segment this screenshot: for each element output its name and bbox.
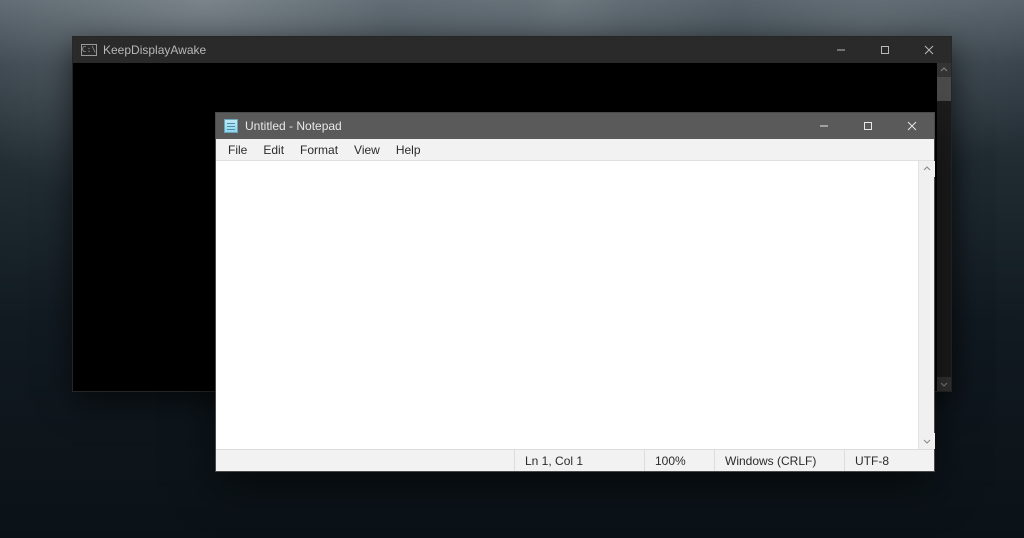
minimize-icon xyxy=(836,45,846,55)
menu-view[interactable]: View xyxy=(346,141,388,159)
maximize-icon xyxy=(880,45,890,55)
minimize-button[interactable] xyxy=(819,37,863,63)
status-line-ending: Windows (CRLF) xyxy=(714,450,844,471)
desktop-background: C:\ KeepDisplayAwake xyxy=(0,0,1024,538)
menu-edit[interactable]: Edit xyxy=(255,141,292,159)
menu-format[interactable]: Format xyxy=(292,141,346,159)
maximize-button[interactable] xyxy=(863,37,907,63)
console-icon: C:\ xyxy=(81,44,97,56)
chevron-down-icon xyxy=(940,380,948,388)
scroll-up-button[interactable] xyxy=(919,161,935,177)
scroll-down-button[interactable] xyxy=(919,433,935,449)
close-icon xyxy=(907,121,917,131)
status-spacer xyxy=(216,450,514,471)
menu-file[interactable]: File xyxy=(220,141,255,159)
scrollbar[interactable] xyxy=(937,63,951,391)
scroll-down-button[interactable] xyxy=(937,377,951,391)
notepad-titlebar[interactable]: Untitled - Notepad xyxy=(216,113,934,139)
close-button[interactable] xyxy=(907,37,951,63)
minimize-button[interactable] xyxy=(802,113,846,139)
maximize-icon xyxy=(863,121,873,131)
notepad-menubar: File Edit Format View Help xyxy=(216,139,934,161)
menu-help[interactable]: Help xyxy=(388,141,429,159)
notepad-window[interactable]: Untitled - Notepad File Edit Format View… xyxy=(215,112,935,472)
minimize-icon xyxy=(819,121,829,131)
notepad-editor[interactable] xyxy=(216,161,934,449)
chevron-up-icon xyxy=(940,66,948,74)
notepad-editor-area xyxy=(216,161,934,449)
close-button[interactable] xyxy=(890,113,934,139)
scrollbar[interactable] xyxy=(918,161,934,449)
status-encoding: UTF-8 xyxy=(844,450,934,471)
status-zoom: 100% xyxy=(644,450,714,471)
chevron-down-icon xyxy=(923,437,931,445)
scroll-up-button[interactable] xyxy=(937,63,951,77)
chevron-up-icon xyxy=(923,165,931,173)
keepdisplayawake-titlebar[interactable]: C:\ KeepDisplayAwake xyxy=(73,37,951,63)
notepad-icon xyxy=(224,119,238,133)
close-icon xyxy=(924,45,934,55)
maximize-button[interactable] xyxy=(846,113,890,139)
status-cursor-position: Ln 1, Col 1 xyxy=(514,450,644,471)
scroll-thumb[interactable] xyxy=(937,77,951,101)
notepad-statusbar: Ln 1, Col 1 100% Windows (CRLF) UTF-8 xyxy=(216,449,934,471)
keepdisplayawake-title: KeepDisplayAwake xyxy=(103,43,206,57)
notepad-title: Untitled - Notepad xyxy=(245,119,342,133)
